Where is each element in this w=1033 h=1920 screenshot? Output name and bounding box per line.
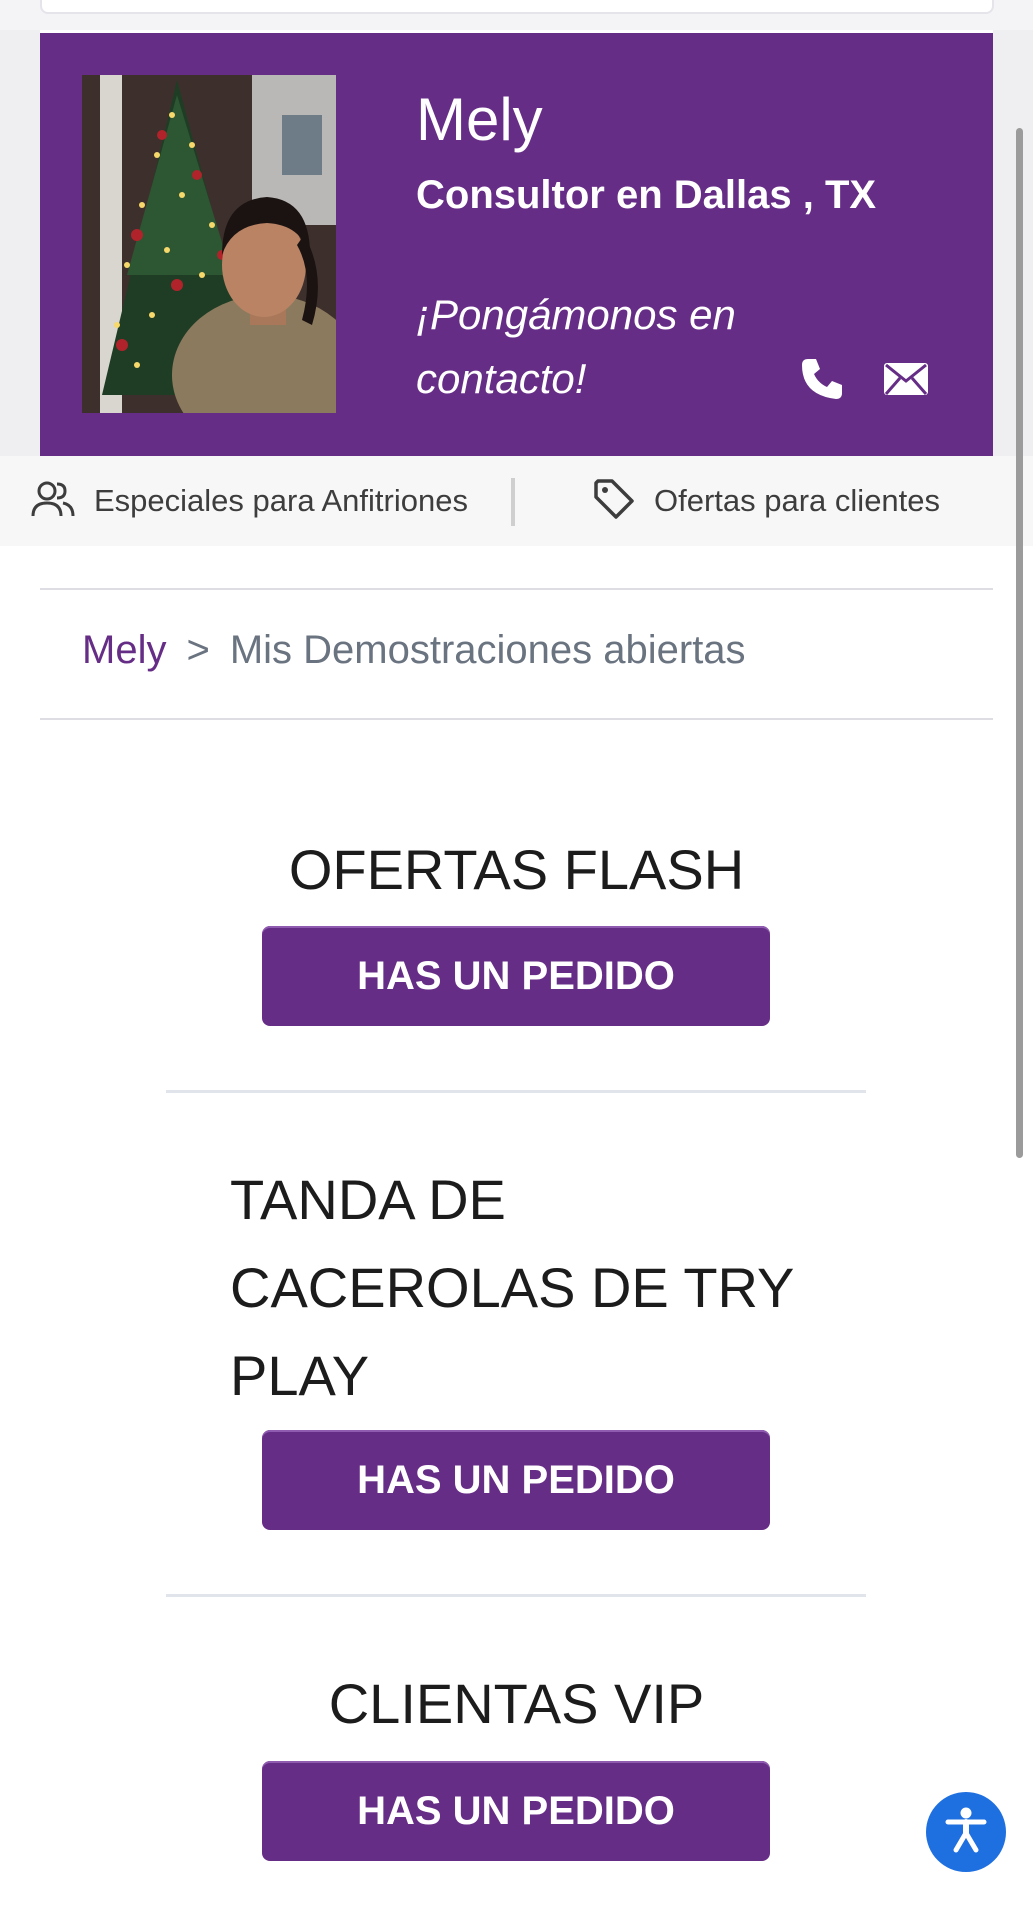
section-title-line-1: TANDA DE (230, 1168, 506, 1231)
consultant-name: Mely (416, 86, 543, 153)
breadcrumb-current: Mis Demostraciones abiertas (229, 628, 746, 672)
page-gutter-left (0, 30, 40, 456)
scrollbar[interactable] (1016, 128, 1023, 1158)
breadcrumb-separator: > (186, 628, 210, 672)
section-title: CLIENTAS VIP (328, 1672, 705, 1735)
contact-prompt-line-1: ¡Pongámonos en (416, 291, 736, 338)
place-order-button[interactable]: HAS UN PEDIDO (262, 1430, 770, 1530)
place-order-button[interactable]: HAS UN PEDIDO (262, 1761, 770, 1861)
customer-offers-label: Ofertas para clientes (654, 483, 941, 518)
section-divider (166, 1594, 866, 1597)
top-strip (0, 0, 1033, 30)
accessibility-button[interactable] (926, 1792, 1006, 1872)
divider (40, 588, 993, 590)
place-order-button[interactable]: HAS UN PEDIDO (262, 926, 770, 1026)
accessibility-icon (940, 1804, 992, 1861)
contact-prompt-line-2: contacto! (416, 355, 587, 402)
envelope-icon[interactable] (882, 361, 930, 397)
section-title: OFERTAS FLASH (288, 838, 745, 901)
breadcrumb: Mely > Mis Demostraciones abiertas (82, 628, 746, 673)
phone-icon[interactable] (798, 355, 846, 403)
section-title-line-3: PLAY (230, 1344, 370, 1407)
consultant-photo (82, 75, 336, 413)
section-divider (166, 1090, 866, 1093)
breadcrumb-home-link[interactable]: Mely (82, 628, 166, 672)
consultant-location: Consultor en Dallas , TX (416, 173, 877, 217)
customer-offers-link[interactable]: Ofertas para clientes (592, 478, 940, 524)
hosts-specials-label: Especiales para Anfitriones (94, 483, 468, 518)
links-divider (511, 478, 515, 526)
tag-icon (592, 477, 636, 526)
hosts-specials-link[interactable]: Especiales para Anfitriones (30, 478, 468, 524)
section-title-line-2: CACEROLAS DE TRY (230, 1256, 795, 1319)
divider (40, 718, 993, 720)
consultant-profile-card: Mely Consultor en Dallas , TX ¡Pongámono… (40, 33, 993, 456)
specials-links-bar: Especiales para Anfitriones Ofertas para… (0, 456, 1033, 546)
people-icon (30, 479, 76, 524)
page-gutter-right (993, 30, 1033, 456)
search-field-edge[interactable] (40, 0, 994, 14)
